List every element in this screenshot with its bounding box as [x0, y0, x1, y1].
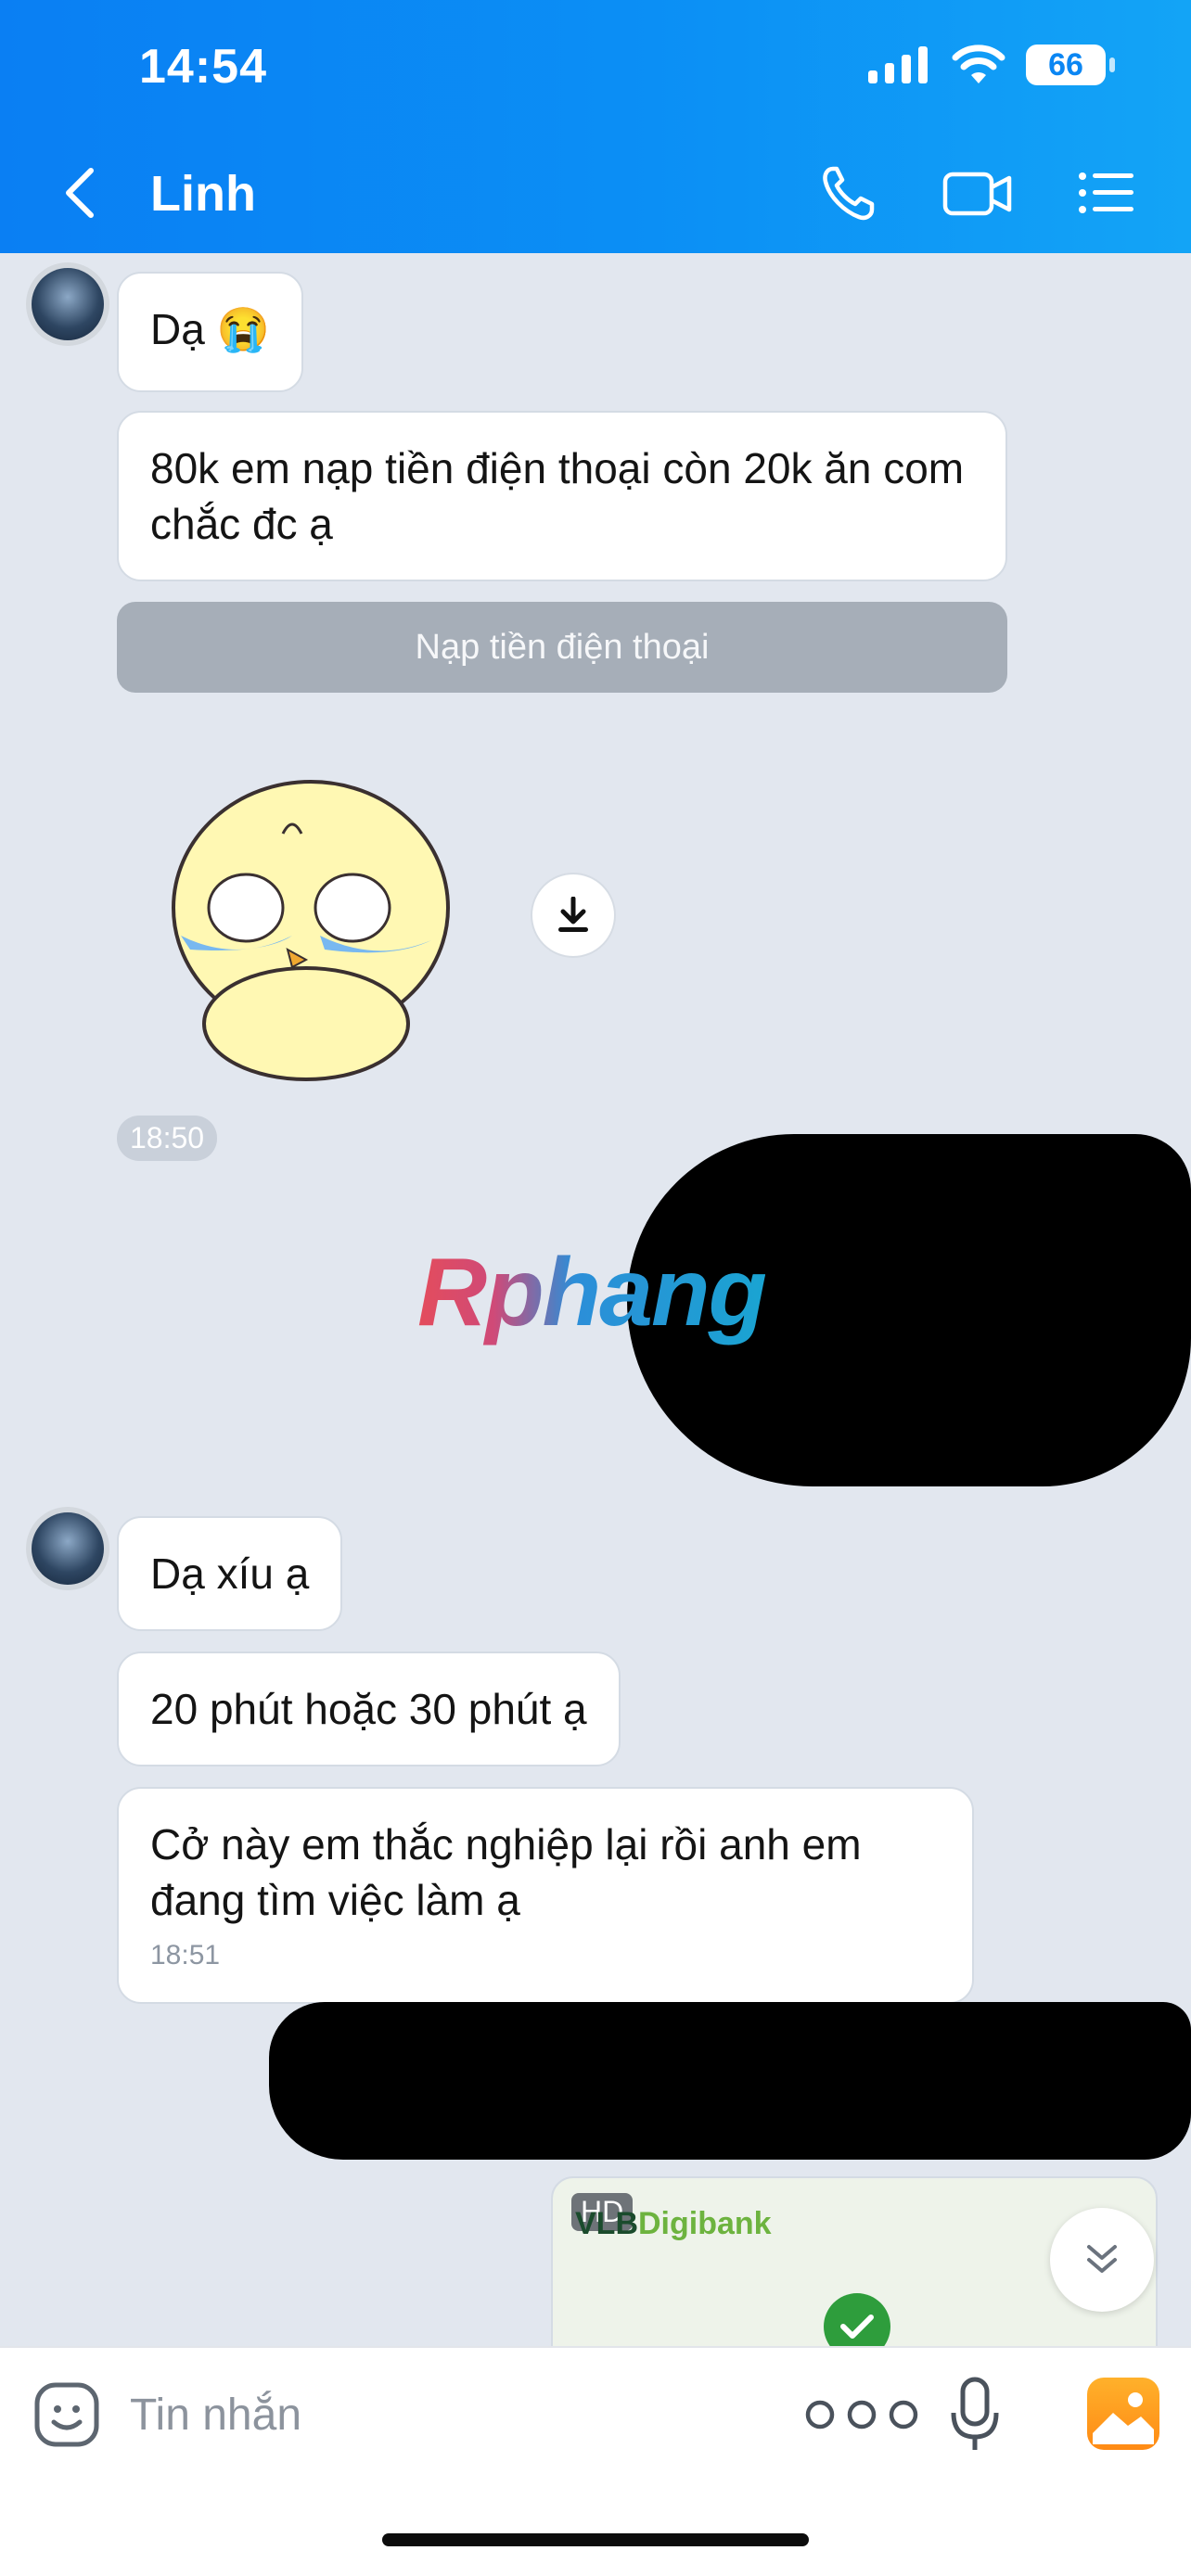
scroll-down-button[interactable] [1050, 2208, 1154, 2312]
topup-phone-button[interactable]: Nạp tiền điện thoại [117, 602, 1007, 693]
video-call-icon[interactable] [942, 163, 1013, 223]
home-indicator [382, 2533, 809, 2546]
signal-icon [868, 46, 928, 83]
chevron-down-icon [1087, 2245, 1117, 2273]
avatar[interactable] [26, 1507, 109, 1590]
download-icon [558, 897, 588, 932]
microphone-icon[interactable] [950, 2376, 1000, 2454]
message-timestamp: 18:51 [150, 1940, 221, 1970]
avatar[interactable] [26, 262, 109, 346]
phone-icon[interactable] [820, 163, 877, 223]
success-check-icon [824, 2293, 890, 2346]
bank-logo: VLBDigibank [575, 2206, 772, 2242]
chat-header: 14:54 66 Linh [0, 0, 1191, 253]
message-bubble[interactable]: Cở này em thắc nghiệp lại rồi anh em đan… [117, 1787, 974, 2004]
timestamp-chip: 18:50 [117, 1116, 218, 1161]
message-text: 20 phút hoặc 30 phút ạ [150, 1685, 587, 1733]
message-text: Dạ xíu ạ [150, 1549, 310, 1598]
bank-prefix: VLB [575, 2206, 638, 2241]
menu-list-icon[interactable] [1078, 163, 1135, 223]
back-icon[interactable] [58, 165, 104, 221]
emoji-sticker-icon[interactable] [33, 2381, 100, 2448]
message-bubble[interactable]: 80k em nạp tiền điện thoại còn 20k ăn co… [117, 411, 1007, 581]
contact-name[interactable]: Linh [150, 165, 256, 223]
status-time: 14:54 [139, 40, 267, 94]
chat-messages[interactable]: Dạ 😭 80k em nạp tiền điện thoại còn 20k … [0, 253, 1191, 2346]
gallery-image-icon[interactable] [1087, 2378, 1159, 2450]
crying-chick-sticker[interactable] [153, 769, 468, 1084]
message-bubble[interactable]: Dạ 😭 [117, 272, 303, 392]
watermark: Rphang [417, 1239, 767, 1346]
more-options-icon[interactable] [801, 2396, 922, 2433]
message-text: 80k em nạp tiền điện thoại còn 20k ăn co… [150, 444, 965, 548]
message-input[interactable] [130, 2376, 733, 2454]
message-bubble[interactable]: 20 phút hoặc 30 phút ạ [117, 1651, 621, 1766]
status-icons: 66 [868, 45, 1115, 85]
message-bubble[interactable]: Dạ xíu ạ [117, 1516, 343, 1631]
redacted-region [269, 2002, 1191, 2160]
download-button[interactable] [531, 873, 616, 958]
wifi-icon [952, 45, 1005, 83]
battery-icon: 66 [1026, 45, 1115, 85]
bank-suffix: Digibank [638, 2206, 772, 2241]
message-text: Dạ 😭 [150, 305, 270, 353]
message-text: Cở này em thắc nghiệp lại rồi anh em đan… [150, 1820, 862, 1924]
